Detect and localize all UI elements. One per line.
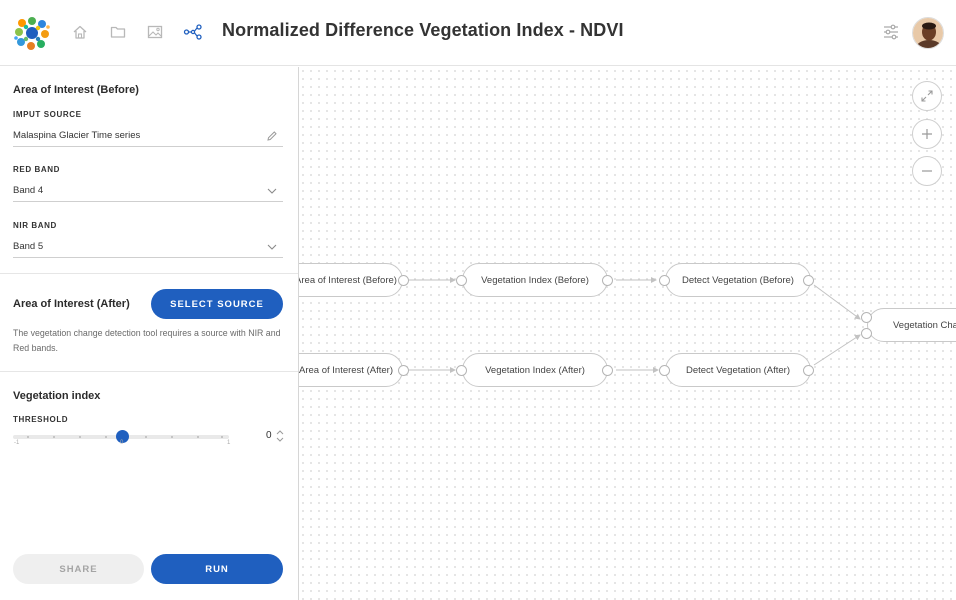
output-port[interactable] xyxy=(398,365,409,376)
workflow-edges xyxy=(409,277,861,373)
slider-tick xyxy=(145,436,147,438)
image-icon[interactable] xyxy=(144,21,166,43)
output-port[interactable] xyxy=(602,275,613,286)
red-band-select[interactable]: Band 4 xyxy=(13,180,283,202)
user-avatar[interactable] xyxy=(912,17,944,49)
vegetation-index-title: Vegetation index xyxy=(13,390,101,402)
share-button[interactable]: SHARE xyxy=(13,554,144,584)
aoi-after-title: Area of Interest (After) xyxy=(13,298,130,310)
input-port[interactable] xyxy=(456,365,467,376)
workflow-icon[interactable] xyxy=(182,21,204,43)
node-veg-index-before[interactable]: Vegetation Index (Before) xyxy=(462,263,608,297)
slider-tick xyxy=(197,436,199,438)
threshold-min-label: -1 xyxy=(14,440,20,446)
node-vegetation-change[interactable]: Vegetation Change xyxy=(867,308,956,342)
node-label: Area of Interest (After) xyxy=(299,364,393,376)
output-port[interactable] xyxy=(602,365,613,376)
section-divider xyxy=(0,371,298,372)
input-port[interactable] xyxy=(456,275,467,286)
node-detect-before[interactable]: Detect Vegetation (Before) xyxy=(665,263,811,297)
input-port[interactable] xyxy=(659,365,670,376)
settings-sliders-icon[interactable] xyxy=(881,22,901,42)
input-source-value: Malaspina Glacier Time series xyxy=(13,130,141,141)
input-source-field[interactable]: Malaspina Glacier Time series xyxy=(13,125,283,147)
input-port[interactable] xyxy=(659,275,670,286)
slider-tick xyxy=(105,436,107,438)
settings-panel: Area of Interest (Before) IMPUT SOURCE M… xyxy=(0,67,299,600)
input-port[interactable] xyxy=(861,328,872,339)
app-header: Normalized Difference Vegetation Index -… xyxy=(0,0,956,66)
slider-tick xyxy=(27,436,29,438)
output-port[interactable] xyxy=(398,275,409,286)
section-divider xyxy=(0,273,298,274)
node-label: Vegetation Index (After) xyxy=(485,364,585,376)
run-button[interactable]: RUN xyxy=(151,554,283,584)
threshold-stepper-icon[interactable] xyxy=(276,428,284,444)
slider-tick xyxy=(53,436,55,438)
source-requirement-text: The vegetation change detection tool req… xyxy=(13,328,281,353)
threshold-max-label: 1 xyxy=(227,440,231,446)
node-aoi-after[interactable]: Area of Interest (After) xyxy=(299,353,403,387)
nir-band-label: NIR BAND xyxy=(13,221,57,230)
red-band-value: Band 4 xyxy=(13,185,44,196)
threshold-mid-label: 0 xyxy=(120,440,124,446)
workflow-canvas[interactable]: Area of Interest (Before) Vegetation Ind… xyxy=(299,67,956,600)
output-port[interactable] xyxy=(803,275,814,286)
chevron-down-icon xyxy=(267,244,277,250)
node-label: Vegetation Index (Before) xyxy=(481,274,589,286)
fit-view-button[interactable] xyxy=(912,81,942,111)
threshold-value[interactable]: 0 xyxy=(266,430,272,441)
nir-band-value: Band 5 xyxy=(13,241,44,252)
node-label: Area of Interest (Before) xyxy=(299,274,397,286)
input-source-label: IMPUT SOURCE xyxy=(13,110,82,119)
slider-tick xyxy=(221,436,223,438)
home-icon[interactable] xyxy=(69,21,91,43)
select-source-button[interactable]: SELECT SOURCE xyxy=(151,289,283,319)
edit-pencil-icon[interactable] xyxy=(266,130,278,142)
node-aoi-before[interactable]: Area of Interest (Before) xyxy=(299,263,403,297)
nir-band-select[interactable]: Band 5 xyxy=(13,236,283,258)
node-label: Vegetation Change xyxy=(893,319,956,331)
folder-icon[interactable] xyxy=(107,21,129,43)
red-band-label: RED BAND xyxy=(13,165,61,174)
threshold-label: THRESHOLD xyxy=(13,415,69,424)
zoom-in-button[interactable] xyxy=(912,119,942,149)
slider-tick xyxy=(79,436,81,438)
page-title: Normalized Difference Vegetation Index -… xyxy=(222,20,624,40)
zoom-out-button[interactable] xyxy=(912,156,942,186)
node-label: Detect Vegetation (Before) xyxy=(682,274,794,286)
zoom-in-icon xyxy=(922,129,932,139)
app-logo[interactable] xyxy=(12,13,52,53)
output-port[interactable] xyxy=(803,365,814,376)
aoi-before-title: Area of Interest (Before) xyxy=(13,84,139,96)
node-veg-index-after[interactable]: Vegetation Index (After) xyxy=(462,353,608,387)
zoom-out-icon xyxy=(922,170,932,172)
expand-icon xyxy=(921,90,933,102)
input-port[interactable] xyxy=(861,312,872,323)
chevron-down-icon xyxy=(267,188,277,194)
node-detect-after[interactable]: Detect Vegetation (After) xyxy=(665,353,811,387)
slider-tick xyxy=(171,436,173,438)
node-label: Detect Vegetation (After) xyxy=(685,364,791,376)
